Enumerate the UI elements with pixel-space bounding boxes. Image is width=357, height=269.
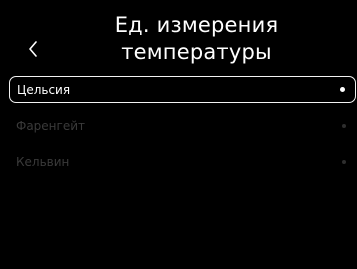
option-indicator	[342, 123, 346, 128]
selected-indicator	[340, 87, 345, 92]
option-indicator	[342, 159, 346, 164]
option-label: Кельвин	[16, 154, 70, 169]
option-label: Цельсия	[17, 82, 71, 97]
unit-options-list: Цельсия Фаренгейт Кельвин	[9, 76, 356, 184]
chevron-left-icon	[29, 41, 37, 57]
option-celsius[interactable]: Цельсия	[9, 76, 356, 103]
page-title: Ед. измерения температуры	[114, 13, 279, 64]
option-kelvin[interactable]: Кельвин	[9, 148, 356, 175]
temperature-unit-screen: Ед. измерения температуры Цельсия Фаренг…	[0, 0, 357, 269]
option-fahrenheit[interactable]: Фаренгейт	[9, 112, 356, 139]
option-label: Фаренгейт	[16, 118, 86, 133]
back-button[interactable]	[22, 34, 44, 64]
